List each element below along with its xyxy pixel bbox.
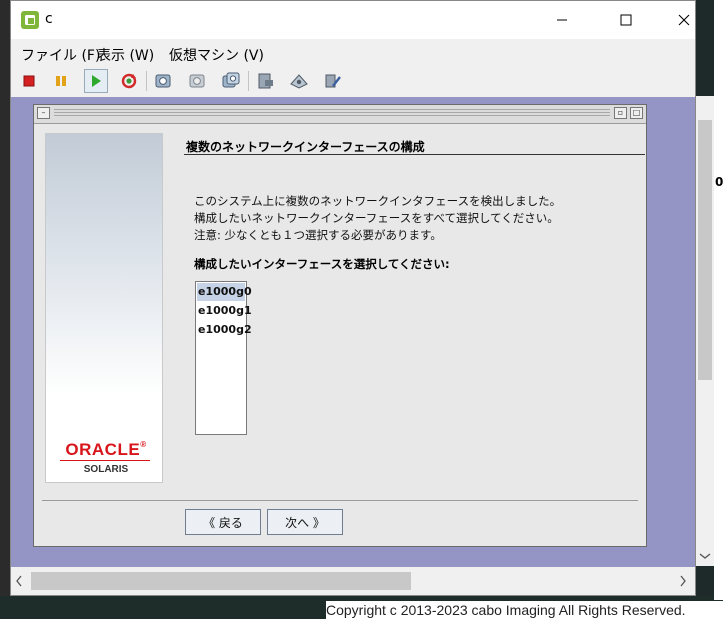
- oracle-logo: ORACLE®: [65, 440, 147, 459]
- dialog-minimize-button[interactable]: ▫: [614, 107, 627, 119]
- tools-icon[interactable]: [321, 69, 345, 93]
- interface-option[interactable]: e1000g0: [197, 283, 252, 301]
- heading-divider: [184, 154, 645, 155]
- scroll-left-icon[interactable]: [15, 575, 23, 587]
- menu-view[interactable]: 表示 (W): [97, 45, 154, 65]
- snapshot-icon[interactable]: [151, 69, 175, 93]
- toolbar: [11, 67, 695, 95]
- app-icon: [20, 10, 40, 30]
- page-heading: 複数のネットワークインターフェースの構成: [186, 140, 425, 154]
- message-line-1: このシステム上に複数のネットワークインタフェースを検出しました。: [194, 194, 562, 208]
- stop-icon[interactable]: [17, 69, 41, 93]
- manage-snapshots-icon[interactable]: [219, 69, 243, 93]
- copyright-text: Copyright c 2013-2023 cabo Imaging All R…: [326, 601, 723, 619]
- dialog-title-pattern: [54, 109, 610, 118]
- toolbar-separator: [248, 71, 249, 91]
- message-line-2: 構成したいネットワークインターフェースをすべて選択してください。: [194, 211, 559, 225]
- scroll-right-icon[interactable]: [679, 575, 687, 587]
- revert-snapshot-icon[interactable]: [185, 69, 209, 93]
- horizontal-scrollbar-thumb[interactable]: [31, 572, 411, 590]
- footer-divider: [42, 500, 638, 501]
- minimize-button[interactable]: [539, 1, 585, 39]
- desktop-background-right: 0: [714, 0, 723, 600]
- dialog-title-bar: – ▫ □: [34, 105, 646, 124]
- interface-prompt: 構成したいインターフェースを選択してください:: [194, 257, 450, 271]
- background-edge-text: 0: [715, 175, 723, 189]
- interface-option[interactable]: e1000g1: [197, 302, 252, 320]
- pause-icon[interactable]: [49, 69, 73, 93]
- interface-listbox[interactable]: e1000g0 e1000g1 e1000g2: [195, 281, 252, 435]
- scroll-down-icon[interactable]: [699, 552, 711, 560]
- next-button[interactable]: 次へ 》: [267, 509, 343, 535]
- window-title: c: [45, 11, 53, 27]
- console-icon[interactable]: [287, 69, 311, 93]
- solaris-label: SOLARIS: [83, 464, 129, 475]
- play-icon[interactable]: [84, 69, 108, 93]
- settings-icon[interactable]: [254, 69, 278, 93]
- reset-icon[interactable]: [117, 69, 141, 93]
- back-button[interactable]: 《 戻る: [185, 509, 261, 535]
- dialog-maximize-button[interactable]: □: [630, 107, 643, 119]
- menu-file[interactable]: ファイル (F): [21, 45, 100, 65]
- installer-dialog: – ▫ □ ORACLE® SOLARIS 複数のネットワークインターフェースの…: [33, 104, 647, 547]
- maximize-button[interactable]: [603, 1, 649, 39]
- toolbar-separator: [146, 71, 147, 91]
- interface-option[interactable]: e1000g2: [197, 321, 252, 339]
- logo-underline: [60, 460, 150, 461]
- vm-console-window: c ファイル (F) 表示 (W) 仮想マシン (V) – ▫ □ ORACLE…: [10, 0, 696, 596]
- installer-side-panel: ORACLE® SOLARIS: [45, 133, 163, 483]
- dialog-menu-button[interactable]: –: [37, 107, 50, 119]
- menu-vm[interactable]: 仮想マシン (V): [169, 45, 264, 65]
- title-bar: c: [11, 1, 695, 39]
- vertical-scrollbar-thumb[interactable]: [698, 120, 712, 380]
- close-button[interactable]: [661, 1, 707, 39]
- message-line-3: 注意: 少なくとも１つ選択する必要があります。: [194, 228, 442, 242]
